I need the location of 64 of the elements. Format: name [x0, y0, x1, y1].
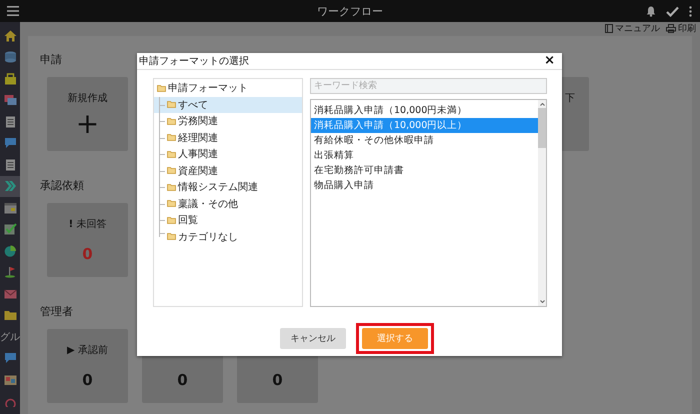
flag-icon[interactable]: [4, 266, 16, 278]
print-link[interactable]: 印刷: [678, 22, 696, 35]
card-label: 下: [565, 92, 575, 105]
count-value: 0: [272, 371, 283, 389]
card-label: 新規作成: [68, 92, 108, 105]
printer-icon: [666, 24, 676, 33]
dialog-title: 申請フォーマットの選択: [139, 54, 249, 68]
document-icon[interactable]: [4, 116, 16, 128]
folder-icon[interactable]: [4, 309, 16, 322]
chat-icon[interactable]: [4, 137, 16, 150]
list-item[interactable]: 出張精算: [311, 148, 538, 163]
chevron-icon[interactable]: [4, 180, 16, 192]
tree-item[interactable]: 経理関連: [178, 130, 218, 145]
book-icon: [605, 24, 613, 33]
count-value: 0: [177, 371, 188, 389]
summary-card[interactable]: ▶ 承認前 0: [47, 329, 128, 403]
card-label: ▶ 承認前: [67, 344, 108, 357]
app-title: ワークフロー: [317, 4, 383, 18]
checkbox-icon[interactable]: [4, 223, 16, 236]
manual-link[interactable]: マニュアル: [615, 22, 660, 35]
plus-sign: +: [76, 109, 100, 139]
pie-chart-icon[interactable]: [4, 244, 16, 257]
tree-item[interactable]: 申請フォーマット: [168, 81, 248, 96]
scroll-down-icon[interactable]: [540, 300, 544, 303]
tree-item[interactable]: 人事関連: [178, 147, 218, 162]
scrollbar[interactable]: [538, 100, 546, 306]
search-field[interactable]: キーワード検索: [310, 78, 547, 94]
count-value: 0: [82, 245, 93, 263]
tree-item[interactable]: 情報システム関連: [178, 180, 258, 194]
scroll-thumb[interactable]: [538, 108, 546, 148]
list-item[interactable]: 物品購入申請: [311, 178, 538, 193]
chat-icon[interactable]: [4, 352, 16, 364]
section-title: 申請: [40, 52, 62, 68]
summary-card[interactable]: ! 未回答 0: [47, 203, 128, 277]
tree-item[interactable]: 回覧: [178, 213, 198, 228]
list-item[interactable]: 在宅勤務許可申請書: [311, 163, 538, 178]
tree-item[interactable]: 稟議・その他: [178, 196, 238, 211]
card-label: ! 未回答: [68, 218, 106, 231]
list-item[interactable]: 有給休暇・その他休暇申請: [311, 133, 538, 148]
scroll-up-icon[interactable]: [540, 103, 544, 106]
tree-item[interactable]: カテゴリなし: [178, 230, 238, 244]
calendar-icon[interactable]: [4, 202, 16, 214]
section-title: 承認依頼: [40, 178, 84, 194]
tree-item[interactable]: 労務関連: [178, 114, 218, 128]
cancel-button[interactable]: キャンセル: [280, 328, 346, 349]
bell-icon[interactable]: [646, 6, 656, 16]
tree-item[interactable]: すべて: [178, 98, 208, 112]
tree-item[interactable]: 資産関連: [178, 164, 218, 178]
list-item[interactable]: 消耗品購入申請（10,000円未満）: [311, 103, 538, 118]
more-icon[interactable]: [689, 6, 692, 16]
close-button[interactable]: ×: [544, 55, 555, 67]
menu-icon[interactable]: [7, 6, 19, 16]
image-icon[interactable]: [4, 374, 16, 386]
count-value: 0: [82, 371, 93, 389]
bag-icon[interactable]: [4, 72, 16, 85]
summary-card[interactable]: 新規作成 +: [47, 77, 128, 151]
mail-icon[interactable]: [4, 94, 16, 106]
section-title: 管理者: [40, 304, 73, 320]
database-icon[interactable]: [4, 51, 16, 64]
sidebar-item[interactable]: グル: [0, 330, 20, 344]
note-icon[interactable]: [4, 158, 16, 171]
check-icon[interactable]: [666, 6, 679, 16]
home-icon[interactable]: [4, 30, 16, 42]
envelope-icon[interactable]: [4, 288, 16, 300]
